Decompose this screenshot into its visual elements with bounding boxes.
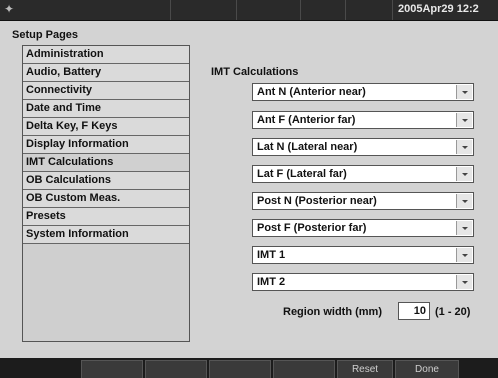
date-time: 2005Apr29 12:2	[398, 3, 479, 15]
imt-select-value: Ant F (Anterior far)	[257, 114, 356, 126]
setup-item-audio-battery[interactable]: Audio, Battery	[23, 64, 189, 82]
setup-item-ob-custom-meas[interactable]: OB Custom Meas.	[23, 190, 189, 208]
done-button[interactable]: Done	[395, 360, 459, 378]
setup-pages-title: Setup Pages	[12, 29, 79, 41]
screen: ✦ 2005Apr29 12:2 Setup Pages Administrat…	[0, 0, 498, 378]
setup-item-administration[interactable]: Administration	[23, 46, 189, 64]
imt-select-6[interactable]: Post F (Posterior far)	[252, 219, 474, 237]
setup-item-ob-calculations[interactable]: OB Calculations	[23, 172, 189, 190]
reset-button[interactable]: Reset	[337, 360, 393, 378]
imt-select-5[interactable]: Post N (Posterior near)	[252, 192, 474, 210]
status-divider	[300, 0, 301, 20]
chevron-down-icon[interactable]	[456, 275, 472, 289]
region-width-label: Region width (mm)	[283, 306, 382, 318]
imt-select-value: Post F (Posterior far)	[257, 222, 367, 234]
chevron-down-icon[interactable]	[456, 113, 472, 127]
setup-item-display-information[interactable]: Display Information	[23, 136, 189, 154]
chevron-down-icon[interactable]	[456, 248, 472, 262]
chevron-down-icon[interactable]	[456, 85, 472, 99]
imt-select-7[interactable]: IMT 1	[252, 246, 474, 264]
imt-select-8[interactable]: IMT 2	[252, 273, 474, 291]
imt-select-value: IMT 1	[257, 249, 286, 261]
status-divider	[170, 0, 171, 20]
setup-item-presets[interactable]: Presets	[23, 208, 189, 226]
imt-select-3[interactable]: Lat N (Lateral near)	[252, 138, 474, 156]
imt-select-4[interactable]: Lat F (Lateral far)	[252, 165, 474, 183]
softkey-blank-2[interactable]	[145, 360, 207, 378]
imt-select-value: Lat F (Lateral far)	[257, 168, 347, 180]
softkey-blank-1[interactable]	[81, 360, 143, 378]
setup-pages-list: Administration Audio, Battery Connectivi…	[22, 45, 190, 342]
chevron-down-icon[interactable]	[456, 194, 472, 208]
setup-item-connectivity[interactable]: Connectivity	[23, 82, 189, 100]
region-width-input[interactable]: 10	[398, 302, 430, 320]
chevron-down-icon[interactable]	[456, 167, 472, 181]
imt-select-value: IMT 2	[257, 276, 286, 288]
chevron-down-icon[interactable]	[456, 140, 472, 154]
softkey-blank-3[interactable]	[209, 360, 271, 378]
region-width-range: (1 - 20)	[435, 306, 471, 318]
imt-calculations-title: IMT Calculations	[211, 66, 299, 78]
status-divider	[392, 0, 393, 20]
softkey-blank-4[interactable]	[273, 360, 335, 378]
imt-select-value: Lat N (Lateral near)	[257, 141, 358, 153]
imt-select-2[interactable]: Ant F (Anterior far)	[252, 111, 474, 129]
imt-select-value: Ant N (Anterior near)	[257, 86, 366, 98]
setup-item-system-information[interactable]: System Information	[23, 226, 189, 244]
chevron-down-icon[interactable]	[456, 221, 472, 235]
status-divider	[345, 0, 346, 20]
setup-item-imt-calculations[interactable]: IMT Calculations	[23, 154, 189, 172]
imt-select-1[interactable]: Ant N (Anterior near)	[252, 83, 474, 101]
softkey-bar: Reset Done	[0, 358, 498, 378]
status-divider	[236, 0, 237, 20]
setup-item-delta-key[interactable]: Delta Key, F Keys	[23, 118, 189, 136]
setup-item-date-and-time[interactable]: Date and Time	[23, 100, 189, 118]
system-logo-icon: ✦	[4, 2, 15, 16]
status-bar: ✦ 2005Apr29 12:2	[0, 0, 498, 21]
imt-select-value: Post N (Posterior near)	[257, 195, 377, 207]
